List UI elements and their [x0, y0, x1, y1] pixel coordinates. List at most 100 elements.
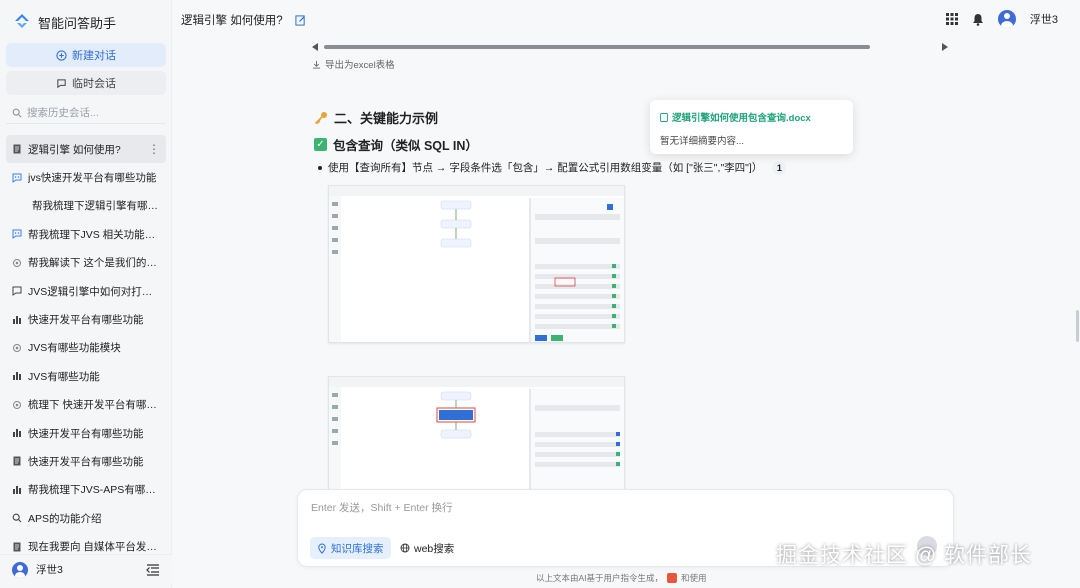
collapse-sidebar-icon[interactable] [146, 563, 160, 576]
bullet-text: 使用【查询所有】节点 → 字段条件选「包含」→ 配置公式引用数组变量（如 ["张… [328, 162, 763, 174]
gear-icon [13, 400, 21, 409]
history-item-label: 快速开发平台有哪些功能 [28, 314, 144, 327]
document-icon [13, 542, 21, 552]
chat-bot-icon [12, 229, 22, 240]
temp-chat-button[interactable]: 临时会话 [6, 71, 166, 95]
key-icon [314, 111, 327, 124]
avatar[interactable] [997, 10, 1016, 28]
history-item-label: jvs快速开发平台有哪些功能 [28, 172, 157, 185]
bullet-dot [318, 165, 322, 170]
chat-bot-icon [12, 173, 22, 183]
document-icon [13, 456, 21, 466]
bell-icon[interactable] [972, 13, 984, 26]
export-label: 导出为excel表格 [325, 60, 395, 71]
check-mark-icon: ✓ [314, 138, 327, 151]
embedded-screenshot [328, 376, 625, 490]
chat-plus-icon [56, 49, 67, 61]
history-item-label: 帮我梳理下JVS-APS有哪些... [28, 484, 160, 497]
scroll-left-arrow-icon[interactable] [312, 43, 318, 51]
citation-tooltip: 逻辑引擎如何使用包含查询.docx 暂无详细摘要内容... [650, 100, 853, 154]
history-item-label: 帮我梳理下JVS 相关功能模块 [28, 228, 160, 241]
logic-flow-screenshot-image [329, 377, 624, 489]
temp-chat-label: 临时会话 [72, 78, 116, 90]
tooltip-title[interactable]: 逻辑引擎如何使用包含查询.docx [660, 110, 843, 124]
scroll-right-arrow-icon[interactable] [942, 43, 948, 51]
history-item-label: JVS逻辑引擎中如何对打打... [28, 285, 160, 298]
history-item-label: 现在我要向 自媒体平台发送... [28, 541, 160, 554]
history-item-label: 帮我解读下 这个是我们的一... [28, 257, 160, 270]
history-item-label: 逻辑引擎 如何使用? [28, 143, 121, 156]
more-options-icon[interactable]: ⋮ [148, 142, 160, 156]
apps-grid-icon[interactable] [945, 13, 958, 25]
history-item-label: 帮我梳理下逻辑引擎有哪些... [32, 200, 160, 213]
sidebar-username: 浮世3 [36, 564, 63, 576]
tooltip-summary: 暂无详细摘要内容... [660, 136, 744, 147]
web-search-label: web搜索 [414, 542, 455, 555]
history-item[interactable]: 帮我解读下 这个是我们的一... [6, 249, 166, 277]
bar-chart-icon [13, 485, 21, 494]
attachment-icon [660, 112, 668, 122]
watermark: 掘金技术社区 @ 软件部长 [776, 544, 1032, 567]
history-item[interactable]: JVS逻辑引擎中如何对打打... [6, 277, 166, 305]
disclaimer-text: 以上文本由AI基于用户指令生成， [536, 573, 664, 583]
bar-chart-icon [13, 315, 21, 324]
new-chat-button[interactable]: 新建对话 [6, 43, 166, 67]
location-pin-icon [318, 542, 326, 554]
logic-flow-screenshot-image [329, 186, 624, 342]
sidebar-footer: 浮世3 [0, 554, 172, 584]
bar-chart-icon [13, 429, 21, 438]
brand-badge-icon [667, 573, 678, 583]
knowledge-base-search-toggle[interactable]: 知识库搜索 [310, 537, 391, 559]
gear-icon [13, 258, 21, 267]
history-item-label: 梳理下 快速开发平台有哪些... [28, 399, 160, 412]
edit-icon[interactable] [295, 14, 306, 26]
kb-search-label: 知识库搜索 [331, 542, 384, 555]
chat-input-placeholder[interactable]: Enter 发送，Shift + Enter 换行 [311, 500, 453, 515]
page-scrollbar[interactable] [1076, 310, 1079, 342]
history-item[interactable]: 快速开发平台有哪些功能 [6, 419, 166, 447]
app-logo-icon [15, 14, 29, 28]
chat-content: 导出为excel表格 二、关键能力示例 ✓ 包含查询（类似 SQL IN） 使用… [300, 40, 960, 490]
history-item[interactable]: 快速开发平台有哪些功能 [6, 305, 166, 333]
chat-icon [12, 286, 22, 297]
history-item[interactable]: JVS有哪些功能模块 [6, 334, 166, 362]
gear-icon [13, 343, 21, 352]
ai-disclaimer: 以上文本由AI基于用户指令生成， 和使用 [536, 572, 707, 584]
web-search-toggle[interactable]: web搜索 [393, 537, 462, 559]
scrollbar-thumb[interactable] [324, 45, 870, 49]
history-item[interactable]: APS的功能介绍 [6, 504, 166, 532]
history-item[interactable]: 梳理下 快速开发平台有哪些... [6, 391, 166, 419]
history-item-label: 快速开发平台有哪些功能 [28, 427, 144, 440]
history-item-label: JVS有哪些功能模块 [28, 342, 121, 355]
globe-icon [400, 543, 410, 553]
disclaimer-text-end: 和使用 [681, 573, 707, 583]
export-excel-link[interactable]: 导出为excel表格 [312, 57, 395, 71]
section-heading: 二、关键能力示例 [314, 108, 438, 127]
brand: 智能问答助手 [12, 12, 116, 32]
avatar[interactable] [12, 561, 28, 578]
history-item[interactable]: jvs快速开发平台有哪些功能 [6, 163, 166, 191]
new-chat-label: 新建对话 [72, 50, 116, 62]
download-icon [312, 60, 321, 69]
section-title: 二、关键能力示例 [334, 111, 439, 126]
history-item[interactable]: 快速开发平台有哪些功能 [6, 447, 166, 475]
table-horizontal-scrollbar[interactable] [312, 43, 948, 51]
history-item[interactable]: 帮我梳理下JVS-APS有哪些... [6, 476, 166, 504]
history-item[interactable]: 帮我梳理下逻辑引擎有哪些... [6, 192, 166, 220]
history-item[interactable]: 帮我梳理下JVS 相关功能模块 [6, 220, 166, 248]
history-item-label: 快速开发平台有哪些功能 [28, 455, 144, 468]
bar-chart-icon [13, 372, 21, 381]
history-item[interactable]: 逻辑引擎 如何使用? ⋮ [6, 135, 166, 164]
history-item-label: APS的功能介绍 [28, 512, 102, 525]
header-actions: 浮世3 [945, 10, 1058, 28]
list-item: 使用【查询所有】节点 → 字段条件选「包含」→ 配置公式引用数组变量（如 ["张… [318, 160, 787, 175]
history-item[interactable]: JVS有哪些功能 [6, 362, 166, 390]
header-username[interactable]: 浮世3 [1030, 11, 1058, 27]
chat-bubble-icon [57, 78, 66, 88]
history-search-input[interactable]: 搜索历史会话... [6, 102, 166, 124]
chat-title: 逻辑引擎 如何使用? [181, 15, 283, 27]
citation-badge[interactable]: 1 [772, 160, 787, 175]
embedded-screenshot [328, 185, 625, 343]
search-icon [12, 513, 22, 523]
document-icon [13, 144, 21, 154]
